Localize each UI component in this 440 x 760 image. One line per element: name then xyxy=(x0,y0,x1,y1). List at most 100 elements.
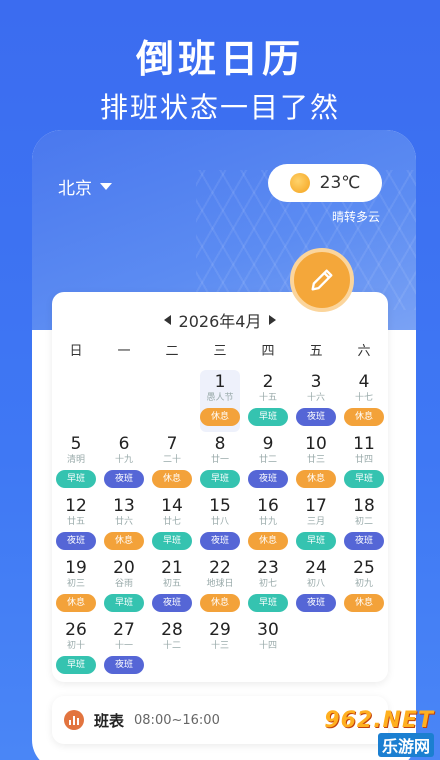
day-cell[interactable]: 14 廿七 早班 xyxy=(148,494,196,556)
day-number: 29 xyxy=(209,620,231,640)
day-cell[interactable]: 7 二十 休息 xyxy=(148,432,196,494)
shift-badge: 休息 xyxy=(104,532,144,550)
day-number: 30 xyxy=(257,620,279,640)
day-cell[interactable]: 27 十一 夜班 xyxy=(100,618,148,680)
lunar-date: 廿四 xyxy=(354,455,373,465)
day-cell[interactable]: 19 初三 休息 xyxy=(52,556,100,618)
lunar-date: 十六 xyxy=(306,393,325,403)
watermark-top: 962.NET xyxy=(324,708,434,733)
lunar-date: 初五 xyxy=(162,579,181,589)
empty-cell xyxy=(100,370,148,432)
shift-badge: 早班 xyxy=(56,656,96,674)
day-number: 12 xyxy=(65,496,87,516)
lunar-date: 廿二 xyxy=(258,455,277,465)
day-cell[interactable]: 9 廿二 夜班 xyxy=(244,432,292,494)
day-cell[interactable]: 25 初九 休息 xyxy=(340,556,388,618)
day-cell[interactable]: 5 清明 早班 xyxy=(52,432,100,494)
day-number: 11 xyxy=(353,434,375,454)
shift-badge: 早班 xyxy=(248,594,288,612)
lunar-date: 十二 xyxy=(162,641,181,651)
shift-badge: 夜班 xyxy=(200,532,240,550)
lunar-date: 十一 xyxy=(114,641,133,651)
schedule-time: 08:00~16:00 xyxy=(134,712,220,728)
day-cell[interactable]: 8 廿一 早班 xyxy=(196,432,244,494)
lunar-date: 初二 xyxy=(354,517,373,527)
day-number: 14 xyxy=(161,496,183,516)
shift-badge: 休息 xyxy=(200,408,240,426)
schedule-label: 班表 xyxy=(94,711,125,730)
day-number: 15 xyxy=(209,496,231,516)
day-cell[interactable]: 23 初七 早班 xyxy=(244,556,292,618)
month-navigator: 2026年4月 xyxy=(52,308,388,332)
promo-subtitle: 排班状态一目了然 xyxy=(99,91,340,124)
day-cell[interactable]: 21 初五 夜班 xyxy=(148,556,196,618)
day-cell[interactable]: 28 十二 xyxy=(148,618,196,680)
lunar-date: 廿五 xyxy=(66,517,85,527)
day-cell[interactable]: 17 三月 早班 xyxy=(292,494,340,556)
empty-cell xyxy=(148,370,196,432)
lunar-date: 谷雨 xyxy=(114,579,133,589)
next-month-icon[interactable] xyxy=(269,315,277,325)
shift-badge: 夜班 xyxy=(296,408,336,426)
day-number: 7 xyxy=(166,434,178,454)
shift-badge: 夜班 xyxy=(152,594,192,612)
day-number: 22 xyxy=(209,558,231,578)
pencil-icon xyxy=(311,269,333,291)
day-number: 16 xyxy=(257,496,279,516)
lunar-date: 初九 xyxy=(354,579,373,589)
day-cell[interactable]: 1 愚人节 休息 xyxy=(200,370,240,432)
lunar-date: 十五 xyxy=(258,393,277,403)
weather-pill[interactable]: 23℃ xyxy=(268,164,382,202)
day-cell[interactable]: 29 十三 xyxy=(196,618,244,680)
calendar-grid: 1 愚人节 休息 2 十五 早班 3 十六 夜班 4 十七 休息 5 清明 早班 6 十九 夜班 7 二十 休息 8 廿一早… xyxy=(52,370,388,680)
weekday-label: 五 xyxy=(309,344,323,359)
day-cell[interactable]: 13 廿六 休息 xyxy=(100,494,148,556)
day-number: 26 xyxy=(65,620,87,640)
day-number: 10 xyxy=(305,434,327,454)
day-number: 18 xyxy=(353,496,375,516)
day-cell[interactable]: 11 廿四 早班 xyxy=(340,432,388,494)
day-cell[interactable]: 20 谷雨早班 xyxy=(100,556,148,618)
day-cell[interactable]: 6 十九 夜班 xyxy=(100,432,148,494)
lunar-date: 十三 xyxy=(210,641,229,651)
day-cell[interactable]: 4 十七 休息 xyxy=(340,370,388,432)
day-cell[interactable]: 26 初十 早班 xyxy=(52,618,100,680)
bar-chart-icon xyxy=(64,710,84,730)
day-cell[interactable]: 30 十四 xyxy=(244,618,292,680)
prev-month-icon[interactable] xyxy=(163,315,171,325)
lunar-date: 廿三 xyxy=(306,455,325,465)
day-cell[interactable]: 15 廿八 夜班 xyxy=(196,494,244,556)
day-number: 25 xyxy=(353,558,375,578)
day-number: 2 xyxy=(262,372,274,392)
lunar-date: 廿九 xyxy=(258,517,277,527)
shift-badge: 早班 xyxy=(56,470,96,488)
day-cell[interactable]: 16 廿九 休息 xyxy=(244,494,292,556)
day-number: 17 xyxy=(305,496,327,516)
phone-frame: 北京 23℃ 晴转多云 2026年4月 日一二三四五六 1 愚人节 休息 2 十五 早班 3… xyxy=(32,130,416,760)
edit-button[interactable] xyxy=(290,248,354,312)
day-cell[interactable]: 2 十五 早班 xyxy=(244,370,292,432)
day-cell[interactable]: 22 地球日 休息 xyxy=(196,556,244,618)
shift-badge: 夜班 xyxy=(56,532,96,550)
day-cell[interactable]: 12 廿五夜班 xyxy=(52,494,100,556)
empty-cell xyxy=(52,370,100,432)
day-cell[interactable]: 24 初八 夜班 xyxy=(292,556,340,618)
shift-badge: 休息 xyxy=(152,470,192,488)
lunar-date: 十四 xyxy=(258,641,277,651)
day-cell[interactable]: 18 初二 夜班 xyxy=(340,494,388,556)
day-number: 28 xyxy=(161,620,183,640)
shift-badge: 夜班 xyxy=(248,470,288,488)
shift-badge: 早班 xyxy=(104,594,144,612)
sun-icon xyxy=(289,173,310,193)
lunar-date: 十七 xyxy=(354,393,373,403)
day-cell[interactable]: 3 十六 夜班 xyxy=(292,370,340,432)
watermark-bottom: 乐游网 xyxy=(377,733,434,757)
day-cell[interactable]: 10 廿三 休息 xyxy=(292,432,340,494)
city-selector[interactable]: 北京 xyxy=(58,174,112,199)
day-number: 20 xyxy=(113,558,135,578)
chevron-down-icon xyxy=(100,183,112,190)
lunar-date: 初八 xyxy=(306,579,325,589)
weekday-label: 二 xyxy=(165,344,179,359)
shift-badge: 早班 xyxy=(296,532,336,550)
lunar-date: 廿七 xyxy=(162,517,181,527)
